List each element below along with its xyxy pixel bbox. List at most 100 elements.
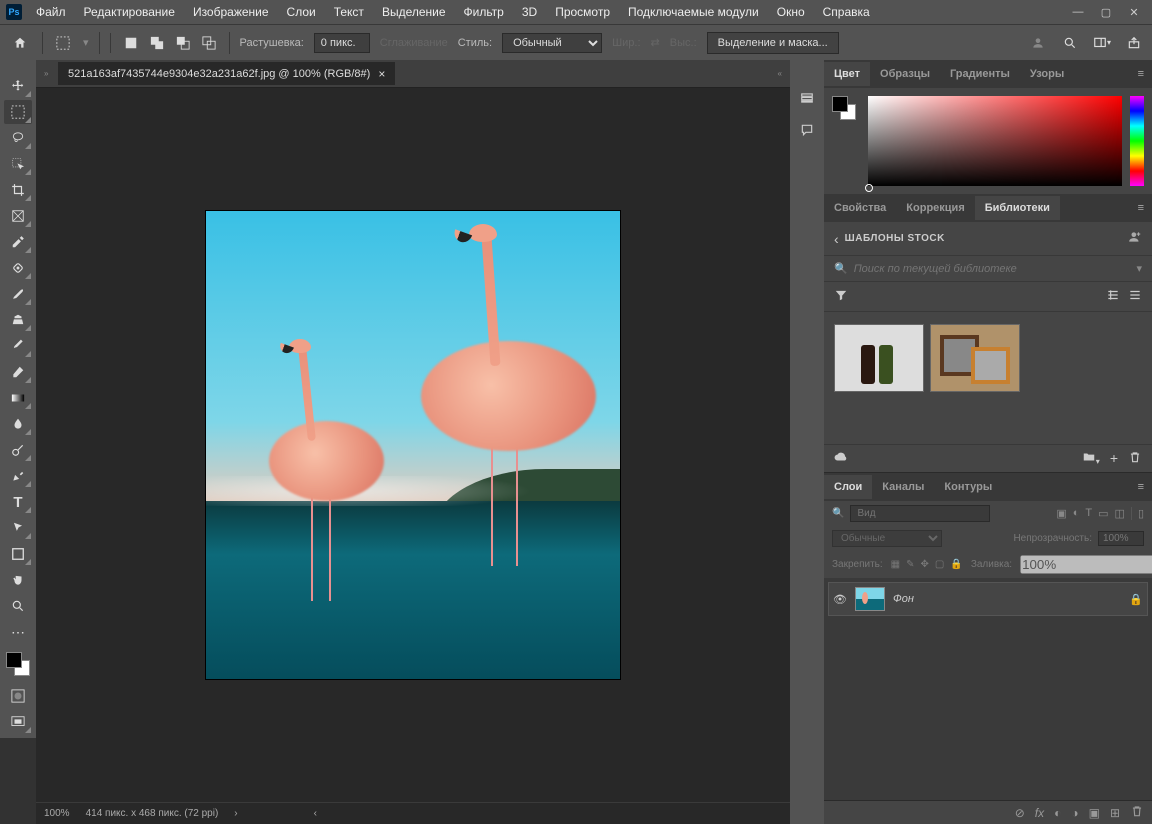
eyedropper-tool[interactable] [4, 230, 32, 254]
color-field[interactable] [868, 96, 1122, 186]
cloud-icon[interactable] [834, 450, 848, 467]
view-grid-icon[interactable] [1106, 288, 1120, 305]
path-selection-tool[interactable] [4, 516, 32, 540]
canvas-viewport[interactable] [36, 88, 790, 802]
dropdown-icon[interactable]: ▾ [1136, 262, 1142, 275]
filter-smart-icon[interactable]: ◫ [1115, 507, 1125, 520]
menu-window[interactable]: Окно [769, 2, 813, 22]
zoom-level[interactable]: 100% [44, 808, 70, 819]
share-icon[interactable] [1124, 33, 1144, 53]
tab-paths[interactable]: Контуры [934, 475, 1002, 499]
lock-pixels-icon[interactable]: ✎ [906, 559, 914, 570]
collapse-right-icon[interactable]: « [778, 69, 790, 78]
folder-icon[interactable]: ▾ [1082, 450, 1100, 467]
type-tool[interactable]: T [4, 490, 32, 514]
tab-libraries[interactable]: Библиотеки [975, 196, 1060, 220]
menu-file[interactable]: Файл [28, 2, 74, 22]
menu-3d[interactable]: 3D [514, 2, 545, 22]
filter-adjust-icon[interactable]: ◐ [1073, 507, 1080, 520]
new-selection-icon[interactable] [121, 33, 141, 53]
menu-edit[interactable]: Редактирование [76, 2, 183, 22]
hand-tool[interactable] [4, 568, 32, 592]
menu-plugins[interactable]: Подключаемые модули [620, 2, 767, 22]
filter-type-icon[interactable]: T [1085, 507, 1092, 520]
link-layers-icon[interactable]: ⊘ [1015, 806, 1025, 820]
menu-filter[interactable]: Фильтр [456, 2, 512, 22]
menu-help[interactable]: Справка [815, 2, 878, 22]
group-icon[interactable]: ▣ [1089, 806, 1100, 820]
library-search-input[interactable] [854, 263, 1131, 275]
close-tab-icon[interactable]: × [378, 67, 385, 81]
document-tab[interactable]: 521a163af7435744e9304e32a231a62f.jpg @ 1… [58, 62, 395, 85]
foreground-color-swatch[interactable] [6, 652, 22, 668]
add-icon[interactable]: + [1110, 450, 1118, 467]
select-and-mask-button[interactable]: Выделение и маска... [707, 32, 839, 54]
fx-icon[interactable]: fx [1035, 806, 1044, 820]
cloud-user-icon[interactable] [1028, 33, 1048, 53]
dodge-tool[interactable] [4, 438, 32, 462]
history-brush-tool[interactable] [4, 334, 32, 358]
mask-icon[interactable]: ◐ [1054, 806, 1061, 820]
history-panel-icon[interactable] [797, 90, 817, 106]
marquee-tool-preset-icon[interactable] [53, 33, 73, 53]
lock-icon[interactable]: 🔒 [1129, 593, 1143, 606]
trash-icon[interactable] [1128, 450, 1142, 467]
edit-toolbar[interactable]: ⋯ [4, 620, 32, 644]
tab-patterns[interactable]: Узоры [1020, 62, 1074, 86]
menu-image[interactable]: Изображение [185, 2, 277, 22]
eraser-tool[interactable] [4, 360, 32, 384]
lasso-tool[interactable] [4, 126, 32, 150]
lock-artboard-icon[interactable]: ▢ [935, 559, 944, 570]
layer-row[interactable]: 👁 Фон 🔒 [828, 582, 1148, 616]
window-close[interactable]: ✕ [1122, 5, 1146, 19]
tab-properties[interactable]: Свойства [824, 196, 896, 220]
filter-pixel-icon[interactable]: ▣ [1056, 507, 1066, 520]
lock-transparent-icon[interactable]: ▦ [891, 559, 900, 570]
tab-layers[interactable]: Слои [824, 475, 872, 499]
blur-tool[interactable] [4, 412, 32, 436]
quick-mask-tool[interactable] [4, 684, 32, 708]
menu-view[interactable]: Просмотр [547, 2, 618, 22]
comments-panel-icon[interactable] [797, 122, 817, 138]
tab-adjustments[interactable]: Коррекция [896, 196, 974, 220]
object-selection-tool[interactable] [4, 152, 32, 176]
filter-shape-icon[interactable]: ▭ [1098, 507, 1108, 520]
invite-icon[interactable] [1128, 230, 1142, 247]
hue-slider[interactable] [1130, 96, 1144, 186]
home-button[interactable] [8, 31, 32, 55]
healing-tool[interactable] [4, 256, 32, 280]
menu-select[interactable]: Выделение [374, 2, 454, 22]
document-dimensions[interactable]: 414 пикс. x 468 пикс. (72 ppi) [86, 808, 219, 819]
intersect-selection-icon[interactable] [199, 33, 219, 53]
blend-mode-select[interactable]: Обычные [832, 530, 942, 547]
workspace-icon[interactable]: ▾ [1092, 33, 1112, 53]
delete-layer-icon[interactable] [1130, 804, 1144, 821]
visibility-toggle-icon[interactable]: 👁 [833, 593, 847, 606]
color-swatches[interactable] [6, 652, 30, 676]
gradient-tool[interactable] [4, 386, 32, 410]
panel-menu-icon[interactable]: ≡ [1130, 481, 1152, 493]
adjustment-icon[interactable]: ◑ [1071, 806, 1078, 820]
feather-input[interactable] [314, 33, 370, 53]
style-select[interactable]: Обычный [502, 33, 602, 53]
layer-filter-input[interactable] [850, 505, 990, 522]
tab-gradients[interactable]: Градиенты [940, 62, 1020, 86]
add-selection-icon[interactable] [147, 33, 167, 53]
brush-tool[interactable] [4, 282, 32, 306]
panel-menu-icon[interactable]: ≡ [1130, 68, 1152, 80]
layer-thumbnail[interactable] [855, 587, 885, 611]
panel-menu-icon[interactable]: ≡ [1130, 202, 1152, 214]
marquee-tool[interactable] [4, 100, 32, 124]
filter-toggle[interactable]: ▯ [1131, 507, 1144, 520]
layer-name[interactable]: Фон [893, 593, 914, 605]
search-icon[interactable] [1060, 33, 1080, 53]
filter-icon[interactable] [834, 288, 848, 305]
status-expand-icon[interactable]: › [234, 808, 237, 819]
subtract-selection-icon[interactable] [173, 33, 193, 53]
menu-text[interactable]: Текст [326, 2, 372, 22]
pen-tool[interactable] [4, 464, 32, 488]
library-item[interactable] [930, 324, 1020, 392]
view-list-icon[interactable] [1128, 288, 1142, 305]
back-icon[interactable]: ‹ [834, 231, 839, 247]
window-minimize[interactable]: — [1066, 5, 1090, 19]
